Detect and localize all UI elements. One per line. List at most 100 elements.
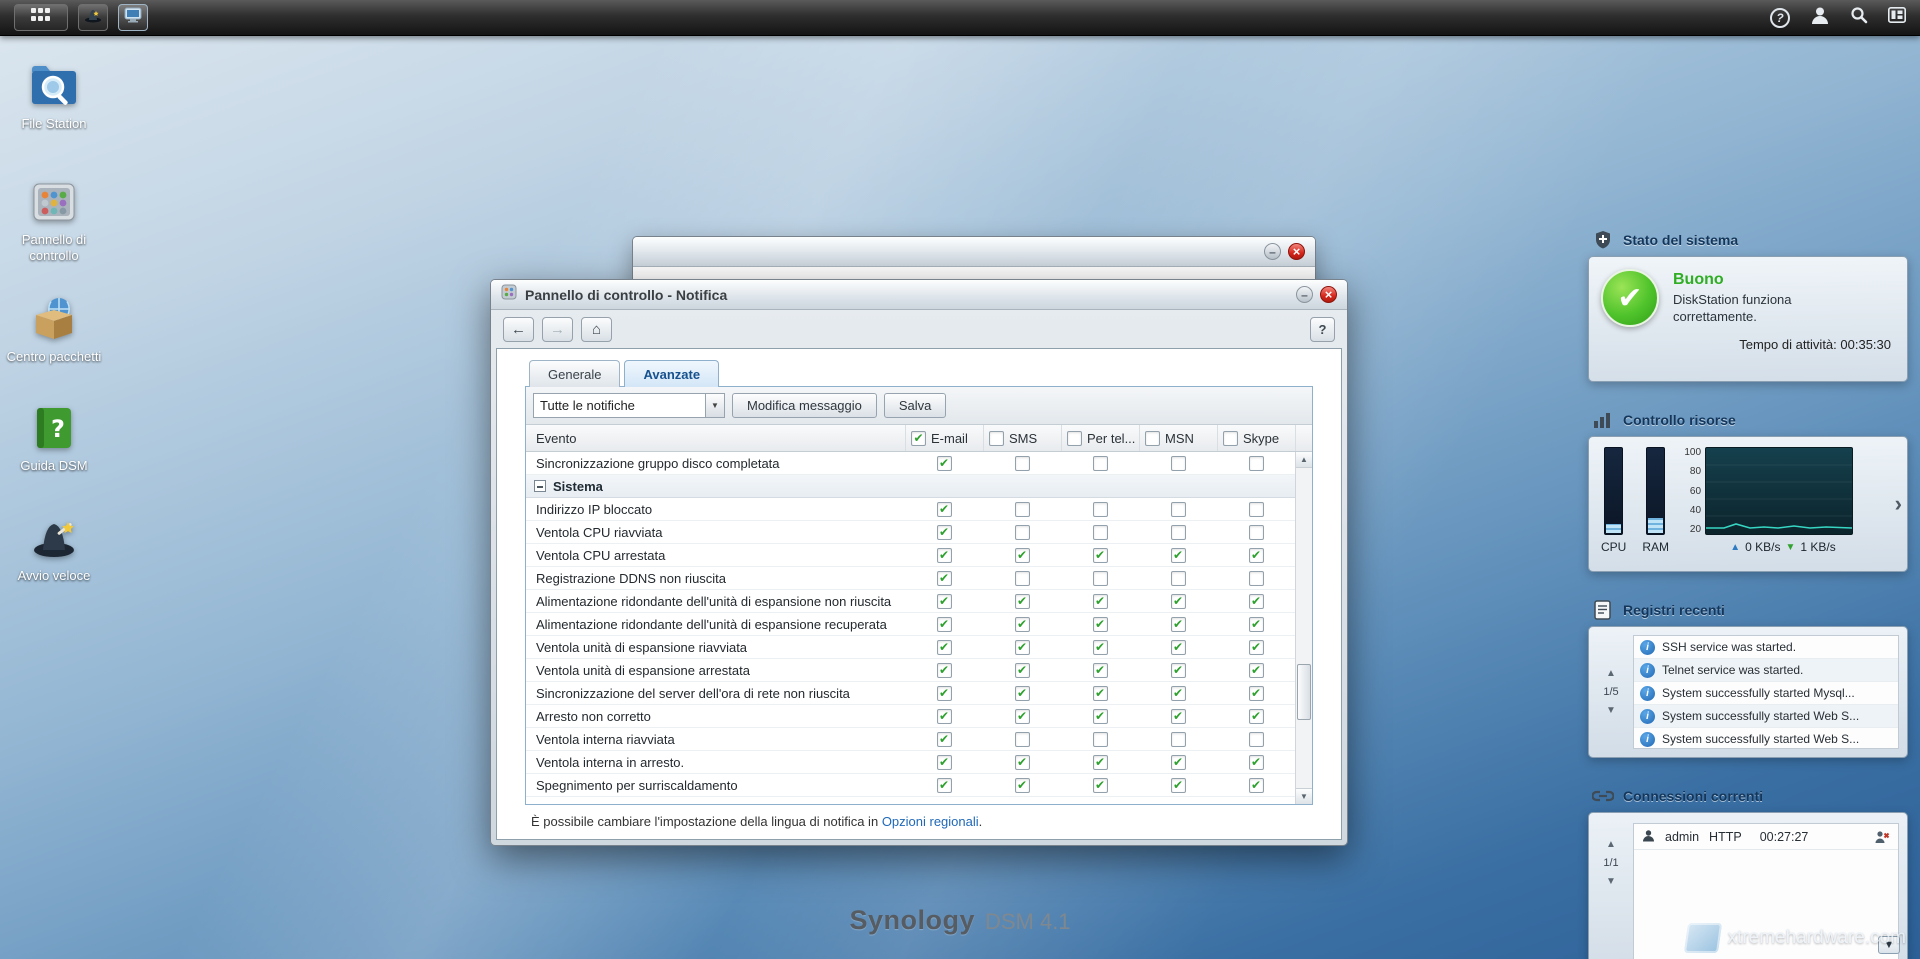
scroll-up-icon[interactable]: ▲ (1296, 452, 1312, 468)
column-select-checkbox[interactable] (1223, 431, 1238, 446)
log-item[interactable]: iSystem successfully started Web S... (1634, 728, 1898, 749)
event-checkbox[interactable] (1093, 525, 1108, 540)
scroll-down-icon[interactable]: ▼ (1296, 788, 1312, 804)
quick-launch-button[interactable] (78, 4, 108, 31)
event-checkbox[interactable] (1093, 594, 1108, 609)
event-checkbox[interactable] (1171, 571, 1186, 586)
column-header-skype[interactable]: Skype (1217, 425, 1295, 451)
event-checkbox[interactable] (937, 709, 952, 724)
collapse-icon[interactable] (534, 480, 546, 492)
desktop-icon-file-station[interactable]: File Station (6, 60, 102, 132)
event-checkbox[interactable] (1093, 709, 1108, 724)
event-checkbox[interactable] (1249, 525, 1264, 540)
logs-page-down-icon[interactable]: ▼ (1606, 705, 1616, 716)
event-checkbox[interactable] (1171, 755, 1186, 770)
event-checkbox[interactable] (1093, 548, 1108, 563)
event-checkbox[interactable] (1015, 548, 1030, 563)
event-checkbox[interactable] (1093, 571, 1108, 586)
event-checkbox[interactable] (1171, 502, 1186, 517)
event-checkbox[interactable] (1093, 663, 1108, 678)
event-checkbox[interactable] (1249, 548, 1264, 563)
log-item[interactable]: iTelnet service was started. (1634, 659, 1898, 682)
info-button[interactable]: ? (1770, 8, 1790, 28)
event-checkbox[interactable] (1171, 456, 1186, 471)
column-header-msn[interactable]: MSN (1139, 425, 1217, 451)
event-checkbox[interactable] (1171, 778, 1186, 793)
column-header-e-mail[interactable]: E-mail (905, 425, 983, 451)
logs-page-up-icon[interactable]: ▲ (1606, 668, 1616, 679)
event-checkbox[interactable] (1015, 525, 1030, 540)
window-titlebar[interactable]: Pannello di controllo - Notifica – × (491, 280, 1347, 310)
event-checkbox[interactable] (1249, 663, 1264, 678)
event-checkbox[interactable] (1015, 732, 1030, 747)
event-checkbox[interactable] (1015, 755, 1030, 770)
event-checkbox[interactable] (1249, 571, 1264, 586)
event-checkbox[interactable] (937, 525, 952, 540)
event-checkbox[interactable] (1171, 732, 1186, 747)
search-button[interactable] (1850, 6, 1868, 29)
event-checkbox[interactable] (937, 594, 952, 609)
event-checkbox[interactable] (1171, 548, 1186, 563)
event-checkbox[interactable] (1171, 617, 1186, 632)
column-header-sms[interactable]: SMS (983, 425, 1061, 451)
event-checkbox[interactable] (937, 686, 952, 701)
tab-avanzate[interactable]: Avanzate (624, 360, 719, 387)
event-checkbox[interactable] (1015, 709, 1030, 724)
event-checkbox[interactable] (1249, 502, 1264, 517)
desktop-icon-quick-start[interactable]: Avvio veloce (6, 512, 102, 584)
event-checkbox[interactable] (1093, 686, 1108, 701)
tab-generale[interactable]: Generale (529, 360, 620, 387)
connections-page-up-icon[interactable]: ▲ (1606, 839, 1616, 850)
log-item[interactable]: iSSH service was started. (1634, 636, 1898, 659)
back-button[interactable]: ← (503, 317, 534, 342)
storage-manager-taskbar-button[interactable] (118, 4, 148, 31)
event-checkbox[interactable] (1171, 709, 1186, 724)
event-checkbox[interactable] (1249, 617, 1264, 632)
column-select-checkbox[interactable] (1145, 431, 1160, 446)
event-checkbox[interactable] (1249, 640, 1264, 655)
event-checkbox[interactable] (1249, 594, 1264, 609)
event-checkbox[interactable] (1015, 571, 1030, 586)
event-checkbox[interactable] (1249, 686, 1264, 701)
desktop-icon-control-panel[interactable]: Pannello di controllo (6, 176, 102, 265)
event-checkbox[interactable] (1171, 640, 1186, 655)
event-checkbox[interactable] (1093, 456, 1108, 471)
event-checkbox[interactable] (937, 778, 952, 793)
log-item[interactable]: iSystem successfully started Mysql... (1634, 682, 1898, 705)
desktop-icon-dsm-help[interactable]: ? Guida DSM (6, 402, 102, 474)
event-checkbox[interactable] (1093, 617, 1108, 632)
event-checkbox[interactable] (937, 732, 952, 747)
column-select-checkbox[interactable] (1067, 431, 1082, 446)
event-checkbox[interactable] (1249, 732, 1264, 747)
event-checkbox[interactable] (937, 456, 952, 471)
desktop-icon-package-center[interactable]: Centro pacchetti (6, 293, 102, 365)
event-checkbox[interactable] (937, 571, 952, 586)
event-checkbox[interactable] (937, 755, 952, 770)
event-checkbox[interactable] (1249, 709, 1264, 724)
event-checkbox[interactable] (1015, 594, 1030, 609)
event-checkbox[interactable] (937, 640, 952, 655)
help-button[interactable]: ? (1310, 317, 1335, 342)
column-select-checkbox[interactable] (911, 431, 926, 446)
event-checkbox[interactable] (1015, 663, 1030, 678)
storage-manager-titlebar[interactable]: – × (633, 237, 1315, 267)
connection-row[interactable]: admin HTTP 00:27:27 (1634, 824, 1898, 850)
connections-page-down-icon[interactable]: ▼ (1606, 876, 1616, 887)
event-checkbox[interactable] (1093, 755, 1108, 770)
vertical-scrollbar[interactable]: ▲ ▼ (1295, 452, 1312, 804)
event-checkbox[interactable] (1249, 778, 1264, 793)
disconnect-icon[interactable] (1874, 830, 1890, 844)
save-button[interactable]: Salva (884, 393, 947, 418)
event-checkbox[interactable] (1093, 502, 1108, 517)
event-checkbox[interactable] (1015, 686, 1030, 701)
event-checkbox[interactable] (1015, 502, 1030, 517)
column-header-per-tel-[interactable]: Per tel... (1061, 425, 1139, 451)
event-checkbox[interactable] (1015, 778, 1030, 793)
event-checkbox[interactable] (1093, 732, 1108, 747)
event-checkbox[interactable] (1171, 594, 1186, 609)
close-button[interactable]: × (1288, 243, 1305, 260)
regional-options-link[interactable]: Opzioni regionali (882, 814, 979, 829)
event-group-row[interactable]: Sistema (526, 475, 1295, 498)
event-checkbox[interactable] (937, 548, 952, 563)
event-checkbox[interactable] (937, 617, 952, 632)
